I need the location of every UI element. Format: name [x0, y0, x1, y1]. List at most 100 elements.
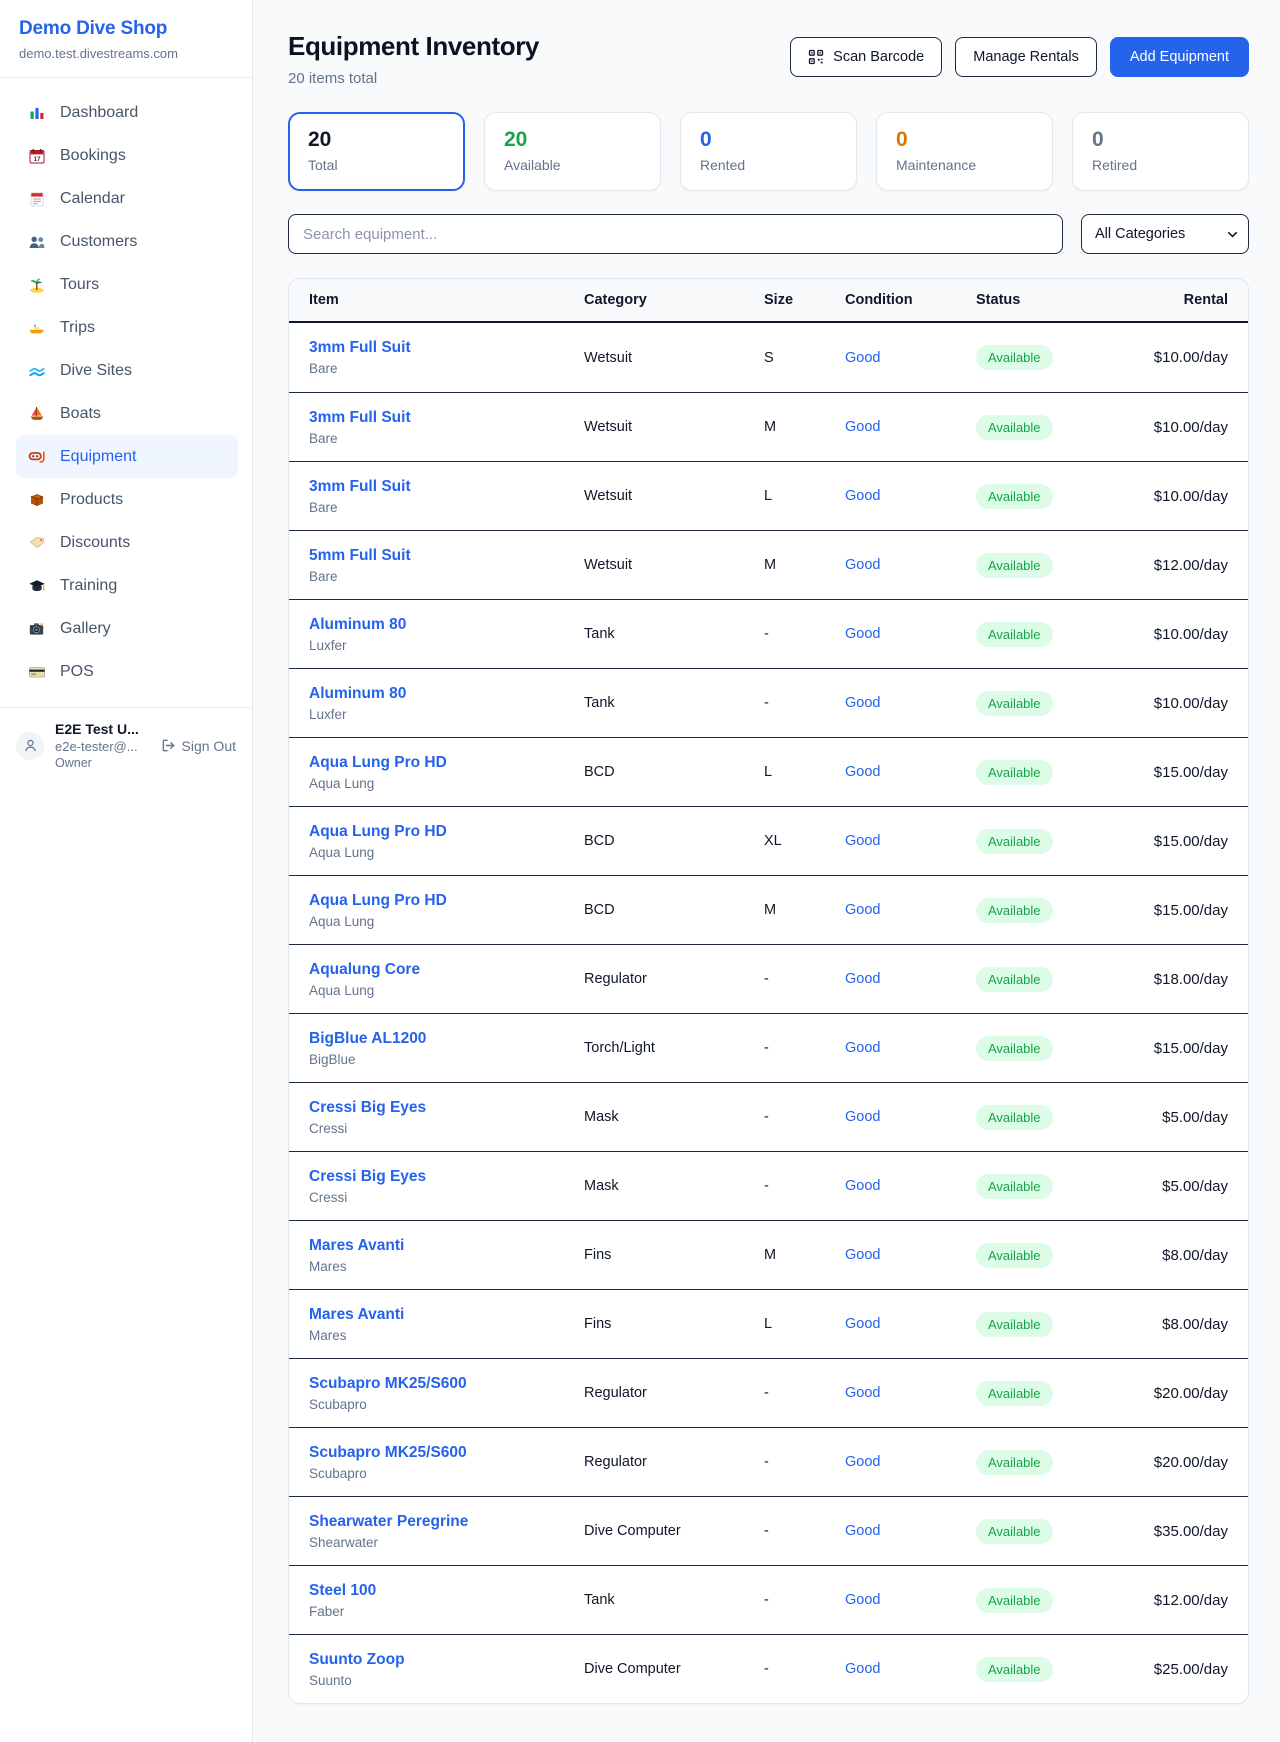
condition-link[interactable]: Good [845, 1592, 880, 1608]
sidebar-item-dashboard[interactable]: Dashboard [16, 91, 238, 134]
calendar-icon [27, 190, 47, 208]
condition-link[interactable]: Good [845, 1454, 880, 1470]
item-name-link[interactable]: Aqualung Core [309, 961, 420, 979]
status-cell: Available [976, 345, 1136, 370]
sidebar-nav: Dashboard 17BookingsCalendarCustomers Tour… [0, 78, 252, 701]
item-category: Wetsuit [584, 488, 764, 504]
scan-barcode-button[interactable]: Scan Barcode [790, 37, 942, 77]
item-name-link[interactable]: Aqua Lung Pro HD [309, 754, 447, 772]
item-name-link[interactable]: Suunto Zoop [309, 1651, 405, 1669]
item-brand: Cressi [309, 1121, 584, 1136]
status-badge: Available [976, 1036, 1053, 1061]
item-name-link[interactable]: Aluminum 80 [309, 685, 406, 703]
stat-card-retired[interactable]: 0Retired [1072, 112, 1249, 191]
item-name-link[interactable]: Aqua Lung Pro HD [309, 823, 447, 841]
condition-link[interactable]: Good [845, 1316, 880, 1332]
item-name-link[interactable]: Steel 100 [309, 1582, 376, 1600]
item-name-link[interactable]: BigBlue AL1200 [309, 1030, 426, 1048]
condition-cell: Good [845, 1454, 976, 1470]
status-cell: Available [976, 1105, 1136, 1130]
condition-cell: Good [845, 1661, 976, 1677]
condition-link[interactable]: Good [845, 971, 880, 987]
condition-link[interactable]: Good [845, 1661, 880, 1677]
condition-link[interactable]: Good [845, 419, 880, 435]
condition-link[interactable]: Good [845, 1040, 880, 1056]
sidebar-item-customers[interactable]: Customers [16, 220, 238, 263]
condition-link[interactable]: Good [845, 350, 880, 366]
manage-rentals-button[interactable]: Manage Rentals [955, 37, 1097, 77]
item-category: Wetsuit [584, 557, 764, 573]
item-name-link[interactable]: 3mm Full Suit [309, 478, 411, 496]
sidebar-item-label: Dashboard [60, 104, 138, 122]
condition-link[interactable]: Good [845, 1247, 880, 1263]
rental-price: $10.00/day [1136, 349, 1228, 366]
sidebar-user-footer: E2E Test U... e2e-tester@... Owner Sign … [0, 707, 252, 770]
item-size: - [764, 1454, 845, 1470]
condition-cell: Good [845, 1247, 976, 1263]
rental-price: $15.00/day [1136, 902, 1228, 919]
category-select[interactable]: All Categories [1081, 214, 1249, 254]
item-cell: Steel 100Faber [309, 1582, 584, 1619]
item-size: - [764, 1592, 845, 1608]
item-name-link[interactable]: Mares Avanti [309, 1306, 404, 1324]
item-cell: Aqualung CoreAqua Lung [309, 961, 584, 998]
status-cell: Available [976, 553, 1136, 578]
item-cell: Scubapro MK25/S600Scubapro [309, 1375, 584, 1412]
item-name-link[interactable]: 3mm Full Suit [309, 339, 411, 357]
sidebar-item-label: Tours [60, 276, 99, 294]
stat-card-total[interactable]: 20Total [288, 112, 465, 191]
stat-card-available[interactable]: 20Available [484, 112, 661, 191]
condition-link[interactable]: Good [845, 557, 880, 573]
item-name-link[interactable]: 5mm Full Suit [309, 547, 411, 565]
condition-link[interactable]: Good [845, 902, 880, 918]
item-category: Regulator [584, 1454, 764, 1470]
item-name-link[interactable]: Scubapro MK25/S600 [309, 1375, 467, 1393]
condition-link[interactable]: Good [845, 1523, 880, 1539]
sidebar-item-pos[interactable]: POS [16, 650, 238, 693]
status-cell: Available [976, 1381, 1136, 1406]
condition-link[interactable]: Good [845, 1109, 880, 1125]
condition-link[interactable]: Good [845, 695, 880, 711]
search-input[interactable] [288, 214, 1063, 254]
sidebar-item-dive-sites[interactable]: Dive Sites [16, 349, 238, 392]
item-name-link[interactable]: Aluminum 80 [309, 616, 406, 634]
sidebar-item-tours[interactable]: Tours [16, 263, 238, 306]
rental-price: $15.00/day [1136, 1040, 1228, 1057]
item-name-link[interactable]: Mares Avanti [309, 1237, 404, 1255]
sidebar-item-calendar[interactable]: Calendar [16, 177, 238, 220]
stat-card-rented[interactable]: 0Rented [680, 112, 857, 191]
item-name-link[interactable]: 3mm Full Suit [309, 409, 411, 427]
item-name-link[interactable]: Aqua Lung Pro HD [309, 892, 447, 910]
brand-link[interactable]: Demo Dive Shop [19, 18, 232, 40]
item-cell: 3mm Full SuitBare [309, 478, 584, 515]
item-name-link[interactable]: Cressi Big Eyes [309, 1099, 426, 1117]
sidebar-item-training[interactable]: Training [16, 564, 238, 607]
item-brand: Aqua Lung [309, 776, 584, 791]
condition-link[interactable]: Good [845, 626, 880, 642]
sidebar-item-products[interactable]: Products [16, 478, 238, 521]
page-title-block: Equipment Inventory 20 items total [288, 31, 539, 87]
condition-link[interactable]: Good [845, 488, 880, 504]
item-category: BCD [584, 764, 764, 780]
sidebar-item-boats[interactable]: Boats [16, 392, 238, 435]
sign-out-label: Sign Out [182, 738, 236, 754]
status-badge: Available [976, 691, 1053, 716]
sidebar-item-equipment[interactable]: Equipment [16, 435, 238, 478]
condition-link[interactable]: Good [845, 1178, 880, 1194]
add-equipment-button[interactable]: Add Equipment [1110, 37, 1249, 77]
sidebar-item-trips[interactable]: Trips [16, 306, 238, 349]
status-cell: Available [976, 1519, 1136, 1544]
condition-link[interactable]: Good [845, 1385, 880, 1401]
sidebar-item-discounts[interactable]: Discounts [16, 521, 238, 564]
condition-link[interactable]: Good [845, 764, 880, 780]
item-cell: Mares AvantiMares [309, 1306, 584, 1343]
item-name-link[interactable]: Scubapro MK25/S600 [309, 1444, 467, 1462]
stat-card-maintenance[interactable]: 0Maintenance [876, 112, 1053, 191]
item-name-link[interactable]: Cressi Big Eyes [309, 1168, 426, 1186]
sidebar-item-gallery[interactable]: Gallery [16, 607, 238, 650]
item-cell: Aqua Lung Pro HDAqua Lung [309, 892, 584, 929]
sidebar-item-bookings[interactable]: 17Bookings [16, 134, 238, 177]
condition-link[interactable]: Good [845, 833, 880, 849]
item-name-link[interactable]: Shearwater Peregrine [309, 1513, 468, 1531]
sign-out-button[interactable]: Sign Out [161, 738, 238, 754]
